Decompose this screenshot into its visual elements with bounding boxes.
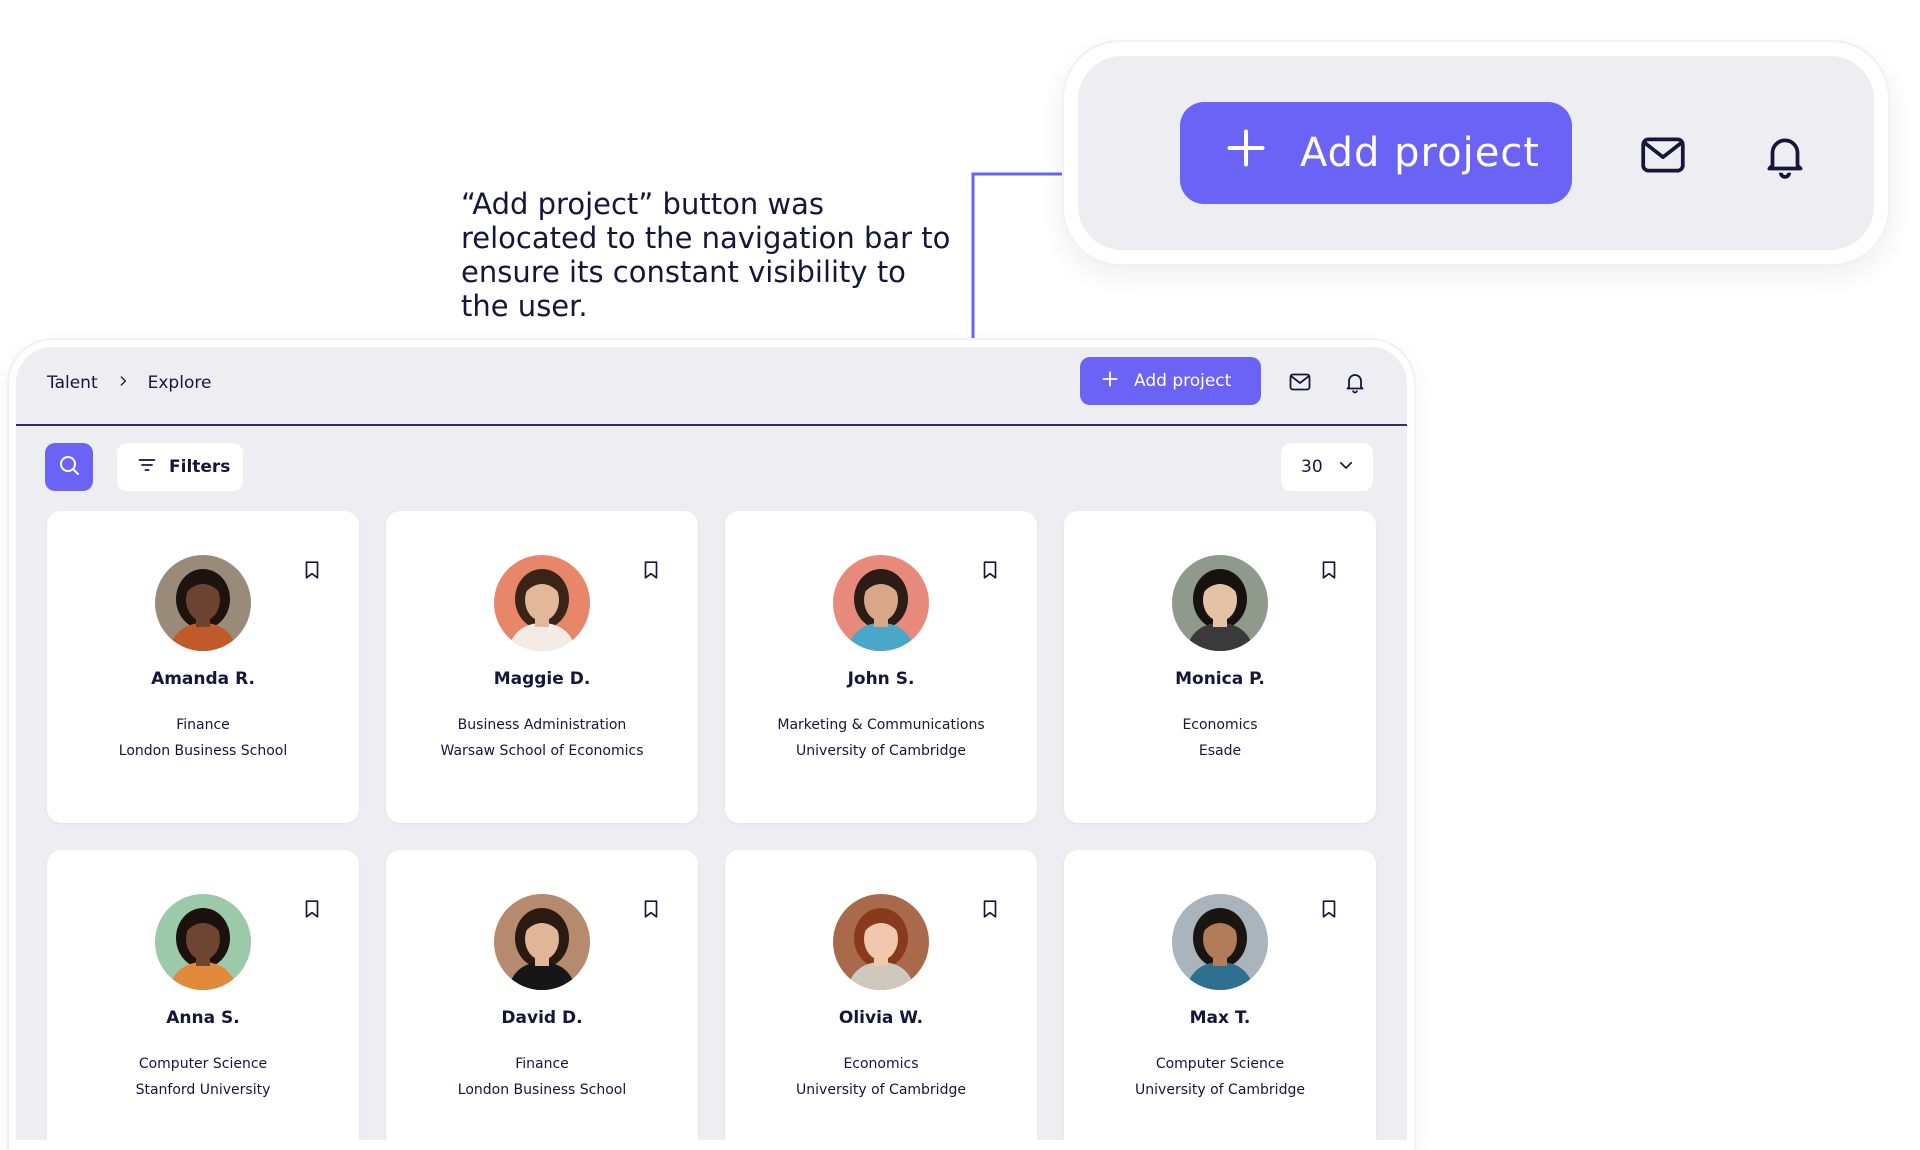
avatar [155,894,251,990]
talent-school: Stanford University [135,1082,271,1098]
chevron-down-icon [1337,456,1355,479]
talent-field: Finance [176,717,230,733]
talent-field: Marketing & Communications [777,717,985,733]
zoom-navbar: Add project [1078,56,1874,250]
talent-card[interactable]: John S. Marketing & Communications Unive… [725,511,1037,823]
filters-label: Filters [169,457,231,477]
bell-icon[interactable] [1760,130,1810,180]
avatar [833,894,929,990]
breadcrumb-explore[interactable]: Explore [148,373,212,393]
talent-name[interactable]: John S. [725,669,1037,689]
talent-field: Economics [1182,717,1258,733]
bookmark-icon[interactable] [640,559,662,581]
search-button[interactable] [45,443,93,491]
per-page-select[interactable]: 30 [1281,443,1373,491]
talent-school: University of Cambridge [796,743,966,759]
talent-name[interactable]: David D. [386,1008,698,1028]
talent-name[interactable]: Maggie D. [386,669,698,689]
talent-card[interactable]: Amanda R. Finance London Business School [47,511,359,823]
talent-field: Economics [843,1056,919,1072]
per-page-value: 30 [1301,457,1323,477]
talent-school: London Business School [457,1082,627,1098]
talent-card[interactable]: David D. Finance London Business School [386,850,698,1140]
plus-icon [1100,369,1120,394]
talent-card[interactable]: Maggie D. Business Administration Warsaw… [386,511,698,823]
annotation-text: “Add project” button was relocated to th… [461,187,951,323]
navigation-bar: Talent Explore Add project [16,347,1407,426]
talent-school: Esade [1198,743,1242,759]
bookmark-icon[interactable] [301,559,323,581]
avatar [494,894,590,990]
talent-name[interactable]: Max T. [1064,1008,1376,1028]
bookmark-icon[interactable] [1318,559,1340,581]
chevron-right-icon [116,373,130,393]
mail-icon[interactable] [1638,130,1688,180]
zoom-add-project-button[interactable]: Add project [1180,102,1572,204]
bookmark-icon[interactable] [640,898,662,920]
app-window: Talent Explore Add project Filters 30 Am… [9,340,1414,1150]
talent-card[interactable]: Anna S. Computer Science Stanford Univer… [47,850,359,1140]
avatar [1172,894,1268,990]
filters-button[interactable]: Filters [117,443,243,491]
avatar [1172,555,1268,651]
talent-field: Computer Science [138,1056,268,1072]
talent-card[interactable]: Olivia W. Economics University of Cambri… [725,850,1037,1140]
add-project-label: Add project [1134,371,1232,391]
avatar [833,555,929,651]
talent-school: University of Cambridge [1135,1082,1305,1098]
talent-field: Computer Science [1155,1056,1285,1072]
talent-name[interactable]: Anna S. [47,1008,359,1028]
plus-icon [1224,126,1268,180]
bookmark-icon[interactable] [979,559,1001,581]
breadcrumb: Talent Explore [47,373,211,393]
talent-school: Warsaw School of Economics [440,743,644,759]
talent-name[interactable]: Olivia W. [725,1008,1037,1028]
bookmark-icon[interactable] [301,898,323,920]
avatar [494,555,590,651]
bell-icon[interactable] [1343,370,1367,394]
breadcrumb-talent[interactable]: Talent [47,373,98,393]
talent-name[interactable]: Monica P. [1064,669,1376,689]
talent-grid: Amanda R. Finance London Business School… [47,511,1376,1140]
zoom-add-project-label: Add project [1300,130,1540,176]
talent-school: University of Cambridge [796,1082,966,1098]
talent-card[interactable]: Monica P. Economics Esade [1064,511,1376,823]
app-content: Talent Explore Add project Filters 30 Am… [16,347,1407,1140]
bookmark-icon[interactable] [979,898,1001,920]
zoom-callout: Add project [1064,42,1888,264]
filter-icon [137,455,157,480]
search-icon [57,453,81,481]
talent-school: London Business School [118,743,288,759]
talent-card[interactable]: Max T. Computer Science University of Ca… [1064,850,1376,1140]
bookmark-icon[interactable] [1318,898,1340,920]
talent-field: Business Administration [457,717,627,733]
avatar [155,555,251,651]
add-project-button[interactable]: Add project [1080,357,1261,405]
talent-field: Finance [515,1056,569,1072]
talent-name[interactable]: Amanda R. [47,669,359,689]
mail-icon[interactable] [1288,370,1312,394]
